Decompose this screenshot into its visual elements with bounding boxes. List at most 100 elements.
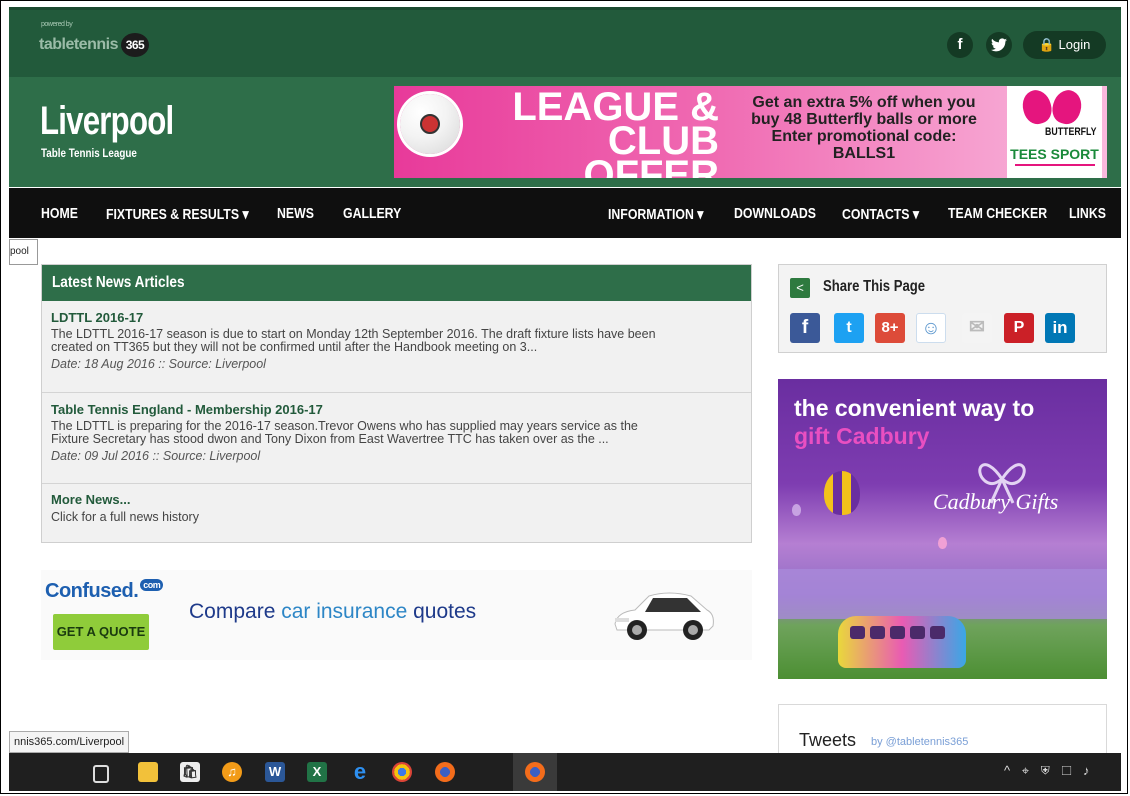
bus-window: [850, 626, 865, 639]
offer-line-1: Get an extra 5% off when you: [752, 94, 976, 111]
butterfly-wing-right-icon: [1049, 86, 1085, 128]
share-icon: <: [790, 278, 810, 298]
promo-code: BALLS1: [832, 145, 896, 162]
site-subtitle: Table Tennis League: [41, 146, 137, 160]
compare-text: Compare car insurance quotes: [189, 600, 476, 624]
news-article-body: The LDTTL is preparing for the 2016-17 s…: [51, 420, 751, 446]
file-explorer-icon[interactable]: [138, 762, 158, 782]
banner-headline: LEAGUE & CLUB OFFER: [479, 87, 719, 178]
browser-window: powered by tabletennis 365 f 🔒 Login Live…: [0, 0, 1128, 794]
tabletennis365-logo[interactable]: powered by tabletennis 365: [39, 21, 149, 57]
tees-sport-text: TEES SPORT: [1010, 146, 1099, 162]
banner-headline-2: CLUB OFFER: [583, 119, 719, 178]
headphones-app-icon[interactable]: ♫: [222, 762, 242, 782]
bus-window: [930, 626, 945, 639]
system-tray[interactable]: ^ ⌖ ⛨ ☐ ♪: [1004, 763, 1094, 779]
cadbury-line-1: the convenient way to: [794, 395, 1035, 421]
login-button[interactable]: 🔒 Login: [1023, 31, 1106, 59]
compare-c: quotes: [407, 600, 477, 623]
banner-offer-text: Get an extra 5% off when you buy 48 Butt…: [724, 94, 1004, 162]
share-panel: < Share This Page f t 8+ ☺ ✉ P in: [778, 264, 1107, 353]
butterfly-wing-left-icon: [1019, 86, 1055, 128]
news-body-line: Fixture Secretary has stood dwon and Ton…: [51, 432, 609, 446]
get-quote-button[interactable]: GET A QUOTE: [53, 614, 149, 650]
promo-banner[interactable]: LEAGUE & CLUB OFFER Get an extra 5% off …: [394, 86, 1107, 178]
ball-image: [400, 94, 460, 154]
car-insurance-ad[interactable]: Confused. com GET A QUOTE Compare car ins…: [41, 570, 752, 660]
confused-brand: Confused.: [45, 580, 139, 602]
news-panel: Latest News Articles LDTTL 2016-17 The L…: [41, 264, 752, 543]
city-skyline: [778, 569, 1107, 619]
news-article-body: The LDTTL 2016-17 season is due to start…: [51, 328, 751, 354]
more-news[interactable]: More News... Click for a full news histo…: [51, 492, 751, 524]
butterfly-text: BUTTERFLY: [1045, 126, 1097, 138]
bus-window: [870, 626, 885, 639]
tees-underline: [1015, 164, 1095, 166]
status-bar-url: nnis365.com/Liverpool: [9, 731, 130, 753]
compare-a: Compare: [189, 600, 282, 623]
confused-com: com: [140, 579, 164, 591]
twitter-icon[interactable]: [986, 32, 1012, 58]
site-title[interactable]: Liverpool: [40, 99, 174, 144]
news-heading: Latest News Articles: [52, 274, 185, 291]
compare-b: car insurance: [281, 600, 408, 623]
task-view-icon[interactable]: [93, 765, 109, 783]
chrome-icon[interactable]: [392, 762, 412, 782]
twitter-share-icon[interactable]: t: [834, 313, 864, 343]
facebook-icon[interactable]: f: [947, 32, 973, 58]
bus-window: [910, 626, 925, 639]
tweets-title: Tweets: [799, 730, 857, 750]
news-body-line: created on TT365 but they will not be co…: [51, 340, 538, 354]
edge-icon[interactable]: e: [350, 761, 370, 783]
top-strip: [9, 7, 1121, 10]
logo-badge: 365: [120, 33, 149, 57]
news-article-title[interactable]: LDTTL 2016-17: [51, 310, 751, 325]
nav-contacts[interactable]: CONTACTS ▾: [842, 205, 919, 223]
more-news-desc: Click for a full news history: [51, 510, 199, 524]
googleplus-share-icon[interactable]: 8+: [875, 313, 905, 343]
facebook-share-icon[interactable]: f: [790, 313, 820, 343]
excel-icon[interactable]: X: [307, 762, 327, 782]
offer-line-3: Enter promotional code:: [771, 128, 957, 145]
car-icon: [614, 592, 714, 640]
reddit-share-icon[interactable]: ☺: [916, 313, 946, 343]
tooltip: pool: [9, 239, 38, 265]
tweets-by-link[interactable]: by @tabletennis365: [871, 736, 968, 748]
nav-team-checker[interactable]: TEAM CHECKER: [948, 205, 1047, 222]
logo-text: tabletennis: [39, 36, 118, 53]
nav-gallery[interactable]: GALLERY: [343, 205, 401, 222]
cadbury-ad[interactable]: the convenient way to gift Cadbury Cadbu…: [778, 379, 1107, 679]
small-balloon-icon: [792, 504, 801, 516]
news-article[interactable]: Table Tennis England - Membership 2016-1…: [51, 402, 751, 463]
hot-air-balloon-icon: [824, 471, 860, 515]
email-share-icon[interactable]: ✉: [962, 313, 992, 343]
nav-fixtures-results[interactable]: FIXTURES & RESULTS ▾: [106, 205, 249, 223]
news-article[interactable]: LDTTL 2016-17 The LDTTL 2016-17 season i…: [51, 310, 751, 371]
nav-news[interactable]: NEWS: [277, 205, 314, 222]
login-label: Login: [1058, 37, 1091, 52]
news-article-meta: Date: 09 Jul 2016 :: Source: Liverpool: [51, 449, 261, 463]
word-icon[interactable]: W: [265, 762, 285, 782]
nav-links[interactable]: LINKS: [1069, 205, 1106, 222]
store-icon[interactable]: 🛍: [180, 762, 200, 782]
windows-taskbar: [9, 753, 1121, 791]
firefox-active-icon[interactable]: [525, 762, 545, 782]
linkedin-share-icon[interactable]: in: [1045, 313, 1075, 343]
divider: [42, 483, 751, 484]
nav-home[interactable]: HOME: [41, 205, 78, 222]
ball-logo-icon: [420, 114, 440, 134]
butterfly-logo: BUTTERFLY TEES SPORT: [1007, 86, 1102, 178]
firefox-icon[interactable]: [435, 762, 455, 782]
nav-information[interactable]: INFORMATION ▾: [608, 205, 703, 223]
pinterest-share-icon[interactable]: P: [1004, 313, 1034, 343]
confused-logo: Confused. com: [45, 579, 164, 603]
news-article-title[interactable]: Table Tennis England - Membership 2016-1…: [51, 402, 751, 417]
bus-window: [890, 626, 905, 639]
cadbury-brand: Cadbury Gifts: [933, 489, 1059, 514]
lock-icon: 🔒: [1038, 37, 1055, 52]
powered-by-label: powered by: [41, 21, 73, 28]
more-news-link[interactable]: More News...: [51, 492, 751, 507]
bus-icon: [838, 616, 966, 668]
small-balloon-icon: [938, 537, 947, 549]
nav-downloads[interactable]: DOWNLOADS: [734, 205, 816, 222]
